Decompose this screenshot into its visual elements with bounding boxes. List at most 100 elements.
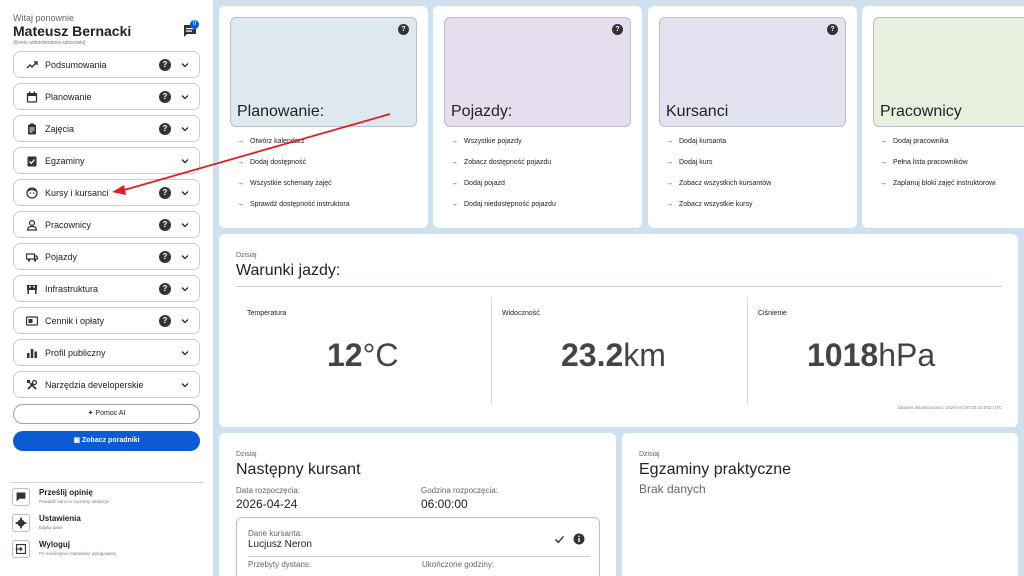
help-icon[interactable]: ? xyxy=(159,59,171,71)
chevron-down-icon xyxy=(181,63,189,68)
help-icon[interactable]: ? xyxy=(398,24,409,35)
gear-icon xyxy=(12,514,30,532)
quick-link-label: Sprawdź dostępność instruktora xyxy=(250,201,350,208)
pressure-number: 1018 xyxy=(807,337,879,373)
logout-item[interactable]: Wyloguj Po naciśnięciu zostaniesz wylogo… xyxy=(12,538,202,560)
chevron-down-icon xyxy=(181,159,189,164)
menu-podsumowania[interactable]: Podsumowania ? xyxy=(13,51,200,78)
chevron-down-icon xyxy=(181,287,189,292)
user-name: Mateusz Bernacki xyxy=(13,23,132,39)
menu-infrastruktura[interactable]: Infrastruktura ? xyxy=(13,275,200,302)
arrow-right-icon: → xyxy=(237,201,244,208)
arrow-right-icon: → xyxy=(880,138,887,145)
quick-card-header[interactable]: ? Pojazdy: xyxy=(444,17,631,127)
quick-link[interactable]: → Sprawdź dostępność instruktora xyxy=(237,201,350,208)
help-icon[interactable]: ? xyxy=(159,187,171,199)
quick-card-title: Pracownicy xyxy=(880,103,962,120)
menu-zajecia[interactable]: Zajęcia ? xyxy=(13,115,200,142)
quick-link-label: Wszystkie schematy zajęć xyxy=(250,180,332,187)
quick-link-label: Otwórz kalendarz xyxy=(250,138,305,145)
menu-kursy-i-kursanci[interactable]: Kursy i kursanci ? xyxy=(13,179,200,206)
student-name: Lucjusz Neron xyxy=(248,539,312,550)
menu-narzedzia[interactable]: Narzędzia developerskie xyxy=(13,371,200,398)
driving-conditions-card: Dzisiaj Warunki jazdy: Temperatura 12°C … xyxy=(219,234,1018,427)
menu-pracownicy[interactable]: Pracownicy ? xyxy=(13,211,200,238)
start-time-label: Godzina rozpoczęcia: xyxy=(421,486,498,495)
clipboard-icon xyxy=(28,123,36,135)
help-icon[interactable]: ? xyxy=(159,251,171,263)
face-icon xyxy=(26,187,38,199)
check-icon[interactable] xyxy=(554,534,565,545)
info-icon[interactable] xyxy=(573,533,585,545)
quick-card-kursanci: ? Kursanci → Dodaj kursanta → Dodaj kurs →… xyxy=(648,6,857,228)
ai-help-button[interactable]: ✦ Pomoc AI xyxy=(13,404,200,424)
student-data-label: Dane kursanta: xyxy=(248,529,303,538)
building-icon xyxy=(27,285,37,294)
exams-empty: Brak danych xyxy=(639,482,706,496)
menu-cennik[interactable]: Cennik i opłaty ? xyxy=(13,307,200,334)
quick-link[interactable]: → Dodaj niedostępność pojazdu xyxy=(451,201,556,208)
settings-item[interactable]: Ustawienia Edytuj dane xyxy=(12,512,202,534)
arrow-right-icon: → xyxy=(666,159,673,166)
quick-card-header[interactable]: Pracownicy xyxy=(873,17,1024,127)
quick-link[interactable]: → Wszystkie pojazdy xyxy=(451,138,522,145)
quick-card-header[interactable]: ? Planowanie: xyxy=(230,17,417,127)
guides-label: Zobacz poradniki xyxy=(82,437,140,444)
arrow-right-icon: → xyxy=(451,159,458,166)
arrow-right-icon: → xyxy=(451,138,458,145)
quick-link[interactable]: → Wszystkie schematy zajęć xyxy=(237,180,332,187)
help-icon[interactable]: ? xyxy=(159,283,171,295)
quick-link[interactable]: → Dodaj dostępność xyxy=(237,159,306,166)
quick-card-pracownicy: Pracownicy → Dodaj pracownika → Pełna list… xyxy=(862,6,1024,228)
help-icon[interactable]: ? xyxy=(159,91,171,103)
quick-link[interactable]: → Dodaj kursanta xyxy=(666,138,726,145)
quick-link-label: Dodaj dostępność xyxy=(250,159,307,166)
quick-link-label: Zaplanuj bloki zajęć instruktorowi xyxy=(893,180,996,187)
quick-link[interactable]: → Dodaj kurs xyxy=(666,159,712,166)
divider xyxy=(747,297,748,405)
guides-button[interactable]: ▣ Zobacz poradniki xyxy=(13,431,200,451)
help-icon[interactable]: ? xyxy=(159,315,171,327)
quick-link[interactable]: → Zobacz wszystkie kursy xyxy=(666,201,753,208)
quick-link-label: Zobacz wszystkich kursantów xyxy=(679,180,772,187)
menu-profil-publiczny[interactable]: Profil publiczny xyxy=(13,339,200,366)
quick-link[interactable]: → Zaplanuj bloki zajęć instruktorowi xyxy=(880,180,996,187)
help-icon[interactable]: ? xyxy=(612,24,623,35)
quick-link[interactable]: → Zobacz wszystkich kursantów xyxy=(666,180,771,187)
quick-link[interactable]: → Zobacz dostępność pojazdu xyxy=(451,159,551,166)
quick-card-header[interactable]: ? Kursanci xyxy=(659,17,846,127)
arrow-right-icon: → xyxy=(237,138,244,145)
chevron-down-icon xyxy=(181,223,189,228)
menu-label: Narzędzia developerskie xyxy=(45,380,144,390)
menu-egzaminy[interactable]: Egzaminy xyxy=(13,147,200,174)
temperature-label: Temperatura xyxy=(247,310,287,317)
user-role: (Konto administratora szkoczeki) xyxy=(13,40,86,46)
exams-title: Egzaminy praktyczne xyxy=(639,461,792,478)
arrow-right-icon: → xyxy=(451,201,458,208)
feedback-item[interactable]: Prześlij opinię Powiedz nam co możemy ul… xyxy=(12,486,202,508)
quick-link[interactable]: → Otwórz kalendarz xyxy=(237,138,304,145)
quick-link[interactable]: → Dodaj pracownika xyxy=(880,138,949,145)
quick-link[interactable]: → Pełna lista pracowników xyxy=(880,159,968,166)
menu-planowanie[interactable]: Planowanie ? xyxy=(13,83,200,110)
divider xyxy=(248,556,590,557)
menu-label: Pracownicy xyxy=(45,220,92,230)
temperature-value: 12°C xyxy=(327,337,399,374)
arrow-right-icon: → xyxy=(666,201,673,208)
help-icon[interactable]: ? xyxy=(159,123,171,135)
menu-label: Cennik i opłaty xyxy=(45,316,105,326)
help-icon[interactable]: ? xyxy=(159,219,171,231)
briefcase-icon: ▣ xyxy=(73,437,82,444)
help-icon[interactable]: ? xyxy=(827,24,838,35)
menu-label: Profil publiczny xyxy=(45,348,106,358)
quick-link-label: Dodaj kursanta xyxy=(679,138,727,145)
visibility-number: 23.2 xyxy=(561,337,624,373)
menu-pojazdy[interactable]: Pojazdy ? xyxy=(13,243,200,270)
quick-card-title: Planowanie: xyxy=(237,103,325,120)
quick-link[interactable]: → Dodaj pojazd xyxy=(451,180,505,187)
checklist-icon xyxy=(27,156,37,167)
chevron-down-icon xyxy=(181,383,189,388)
quick-card-title: Kursanci xyxy=(666,103,729,120)
quick-card-planowanie: ? Planowanie: → Otwórz kalendarz → Dodaj d… xyxy=(219,6,428,228)
menu-label: Zajęcia xyxy=(45,124,75,134)
